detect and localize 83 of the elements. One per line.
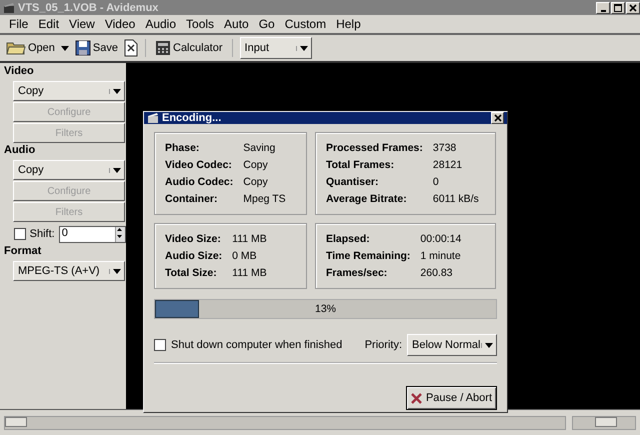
field-value: 28121 xyxy=(432,159,464,171)
cross-icon xyxy=(410,392,422,404)
menu-item[interactable]: File xyxy=(4,17,34,31)
dropdown-arrow-icon xyxy=(300,46,308,50)
field-label: Elapsed: xyxy=(326,233,371,245)
field-value: Copy xyxy=(243,159,269,171)
document-icon[interactable] xyxy=(124,39,138,57)
section-heading: Format xyxy=(3,245,42,259)
menu-item[interactable]: Custom xyxy=(280,17,332,31)
calculator-icon xyxy=(155,40,171,56)
dropdown-arrow-icon xyxy=(113,88,121,94)
field-label: Quantiser: xyxy=(326,176,380,188)
menu-item[interactable]: Go xyxy=(254,17,280,31)
field-value: 0 xyxy=(432,176,440,188)
field-label: Frames/sec: xyxy=(326,267,388,279)
checkbox[interactable] xyxy=(154,339,166,351)
field-label: Audio Codec: xyxy=(165,176,234,188)
field-value: 260.83 xyxy=(420,267,454,279)
menu-item[interactable]: Audio xyxy=(140,17,182,31)
checkbox-label: Shut down computer when finished xyxy=(171,339,342,351)
priority-dropdown[interactable]: Below Normal xyxy=(407,334,497,356)
close-button[interactable] xyxy=(491,112,504,124)
minimize-icon xyxy=(600,10,606,12)
seek-slider[interactable] xyxy=(4,416,566,430)
field-value: 1 minute xyxy=(420,250,462,262)
dropdown-arrow-icon[interactable] xyxy=(60,46,69,50)
video-codec-dropdown[interactable]: Copy xyxy=(13,81,125,101)
format-dropdown[interactable]: MPEG-TS (A+V) xyxy=(13,261,125,281)
folder-icon xyxy=(6,41,26,55)
menu-item[interactable]: View xyxy=(64,17,100,31)
field-label: Video Size: xyxy=(165,233,222,245)
audio-codec-dropdown[interactable]: Copy xyxy=(13,160,125,180)
field-value: 00:00:14 xyxy=(420,233,462,245)
field-value: Saving xyxy=(243,142,276,154)
field-value: 111 MB xyxy=(232,233,268,245)
field-value: 3738 xyxy=(432,142,458,154)
field-value: 0 MB xyxy=(232,250,258,262)
field-label: Total Size: xyxy=(165,267,218,279)
calculator-button[interactable]: Calculator xyxy=(153,40,225,56)
film-clapper-icon xyxy=(3,2,15,14)
field-label: Phase: xyxy=(165,142,200,154)
spin-arrows-icon[interactable] xyxy=(116,226,123,238)
dropdown-arrow-icon xyxy=(113,168,121,172)
field-label: Container: xyxy=(165,193,218,205)
field-value: Mpeg TS xyxy=(243,193,287,205)
field-label: Total Frames: xyxy=(326,159,396,171)
shift-spin-field[interactable]: 0 xyxy=(58,226,126,242)
menu-item[interactable]: Video xyxy=(100,17,140,31)
field-value: 111 MB xyxy=(232,267,268,279)
field-label: Processed Frames: xyxy=(326,142,423,154)
field-label: Video Codec: xyxy=(165,159,233,171)
maximize-icon xyxy=(614,4,622,12)
close-icon xyxy=(629,4,637,12)
dropdown-arrow-icon xyxy=(113,268,121,274)
dialog-title: Encoding... xyxy=(162,112,222,124)
window-title: VTS_05_1.VOB - Avidemux xyxy=(18,2,158,14)
menu-item[interactable]: Edit xyxy=(33,17,64,31)
slider-thumb[interactable] xyxy=(5,416,27,426)
priority-label: Priority: xyxy=(364,339,402,351)
menu-item[interactable]: Auto xyxy=(219,17,254,31)
menu-item[interactable]: Tools xyxy=(181,17,220,31)
menu-item[interactable]: Help xyxy=(331,17,366,31)
pause-abort-button[interactable]: Pause / Abort xyxy=(406,386,497,410)
save-button[interactable]: Save xyxy=(72,40,120,56)
volume-slider[interactable] xyxy=(572,416,636,430)
progress-percentage: 13% xyxy=(314,303,336,315)
view-dropdown[interactable]: Input xyxy=(240,37,312,59)
close-button[interactable] xyxy=(626,2,640,14)
dropdown-arrow-icon xyxy=(485,342,493,348)
slider-thumb[interactable] xyxy=(595,416,617,426)
maximize-button[interactable] xyxy=(611,2,625,14)
field-label: Time Remaining: xyxy=(326,250,410,262)
field-value: Copy xyxy=(243,176,269,188)
close-icon xyxy=(494,114,502,122)
section-heading: Video xyxy=(3,65,35,79)
field-label: Average Bitrate: xyxy=(326,193,408,205)
field-label: Audio Size: xyxy=(165,250,222,262)
section-heading: Audio xyxy=(3,144,36,158)
checkbox[interactable] xyxy=(14,228,26,240)
open-button[interactable]: Open xyxy=(4,41,57,55)
minimize-button[interactable] xyxy=(596,2,610,14)
field-value: 6011 kB/s xyxy=(432,193,480,205)
checkbox-label: Shift: xyxy=(30,228,55,240)
